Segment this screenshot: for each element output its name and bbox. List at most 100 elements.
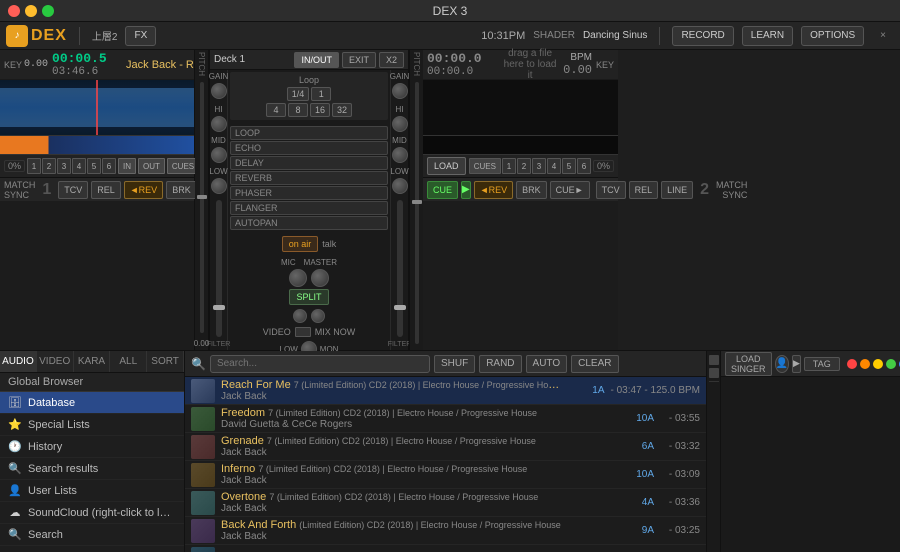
- shuf-btn[interactable]: SHUF: [434, 355, 475, 373]
- vol-handle-r[interactable]: [394, 305, 406, 310]
- mic-knob[interactable]: [289, 269, 307, 287]
- fx-echo[interactable]: ECHO: [230, 141, 388, 155]
- deck2-rel-btn[interactable]: REL: [629, 181, 659, 199]
- tab-video[interactable]: VIDEO: [37, 351, 74, 372]
- fx-reverb[interactable]: REVERB: [230, 171, 388, 185]
- vol-handle-l[interactable]: [213, 305, 225, 310]
- sidebar-item-soundcloud[interactable]: ☁ SoundCloud (right-click to login): [0, 502, 184, 524]
- deck1-out-btn[interactable]: OUT: [138, 158, 165, 174]
- deck2-pitch-handle[interactable]: [412, 200, 422, 204]
- deck1-cue4[interactable]: 4: [72, 158, 86, 174]
- deck2-cue6[interactable]: 6: [577, 158, 591, 174]
- video-toggle[interactable]: [295, 327, 311, 337]
- sidebar-item-special-lists[interactable]: ⭐ Special Lists: [0, 414, 184, 436]
- maximize-button[interactable]: [42, 5, 54, 17]
- fx-phaser[interactable]: PHASER: [230, 186, 388, 200]
- deck2-cue4[interactable]: 4: [547, 158, 561, 174]
- color-dot-green[interactable]: [886, 359, 896, 369]
- deck1-in-btn[interactable]: IN: [118, 158, 136, 174]
- table-row[interactable]: Back And Forth (Limited Edition) CD2 (20…: [185, 517, 706, 545]
- sidebar-item-database[interactable]: 🗄 Database: [0, 392, 184, 414]
- deck2-brk-btn[interactable]: BRK: [516, 181, 547, 199]
- deck1-cue5[interactable]: 5: [87, 158, 101, 174]
- close-app-button[interactable]: ×: [872, 26, 894, 46]
- deck2-rev-btn[interactable]: ◄REV: [474, 181, 513, 199]
- sidebar-item-history[interactable]: 🕐 History: [0, 436, 184, 458]
- in-out-btn[interactable]: IN/OUT: [294, 52, 339, 68]
- loop-1[interactable]: 1: [311, 87, 331, 101]
- deck2-cues-btn[interactable]: CUES: [469, 158, 501, 174]
- table-row[interactable]: Freedom 7 (Limited Edition) CD2 (2018) |…: [185, 405, 706, 433]
- fx-autopan[interactable]: AUTOPAN: [230, 216, 388, 230]
- deck1-rel-btn[interactable]: REL: [91, 181, 121, 199]
- minimize-button[interactable]: [25, 5, 37, 17]
- clear-btn[interactable]: CLEAR: [571, 355, 618, 373]
- tab-audio[interactable]: AUDIO: [0, 351, 37, 372]
- tab-kara[interactable]: KARA: [74, 351, 111, 372]
- table-row[interactable]: Inferno 7 (Limited Edition) CD2 (2018) |…: [185, 461, 706, 489]
- fx-delay[interactable]: DELAY: [230, 156, 388, 170]
- loop-8[interactable]: 8: [288, 103, 308, 117]
- mid-knob-l[interactable]: [211, 147, 227, 163]
- tag-btn[interactable]: TAG: [804, 357, 840, 371]
- loop-16[interactable]: 16: [310, 103, 330, 117]
- color-dot-yellow[interactable]: [873, 359, 883, 369]
- deck2-cue2-btn[interactable]: CUE►: [550, 181, 590, 199]
- loop-1-4[interactable]: 1/4: [287, 87, 310, 101]
- color-dot-red[interactable]: [847, 359, 857, 369]
- tab-sort[interactable]: SORT: [147, 351, 184, 372]
- deck1-cue6[interactable]: 6: [102, 158, 116, 174]
- table-row[interactable]: Overtone 7 (Limited Edition) CD2 (2018) …: [185, 489, 706, 517]
- x2-btn[interactable]: X2: [379, 52, 404, 68]
- sidebar-item-search-results[interactable]: 🔍 Search results: [0, 458, 184, 480]
- window-controls[interactable]: [8, 5, 54, 17]
- deck2-pitch-track[interactable]: [415, 82, 419, 344]
- deck1-tcv-btn[interactable]: TCV: [58, 181, 88, 199]
- gain-knob-l[interactable]: [211, 83, 227, 99]
- fx-button[interactable]: FX: [125, 26, 156, 46]
- panel-btn-1[interactable]: [709, 355, 719, 365]
- split-btn[interactable]: SPLIT: [289, 289, 328, 305]
- deck1-pitch-handle[interactable]: [197, 195, 207, 199]
- tab-all[interactable]: ALL: [110, 351, 147, 372]
- options-button[interactable]: OPTIONS: [801, 26, 864, 46]
- play-icon[interactable]: ▶: [792, 355, 801, 373]
- close-button[interactable]: [8, 5, 20, 17]
- mid-knob-r[interactable]: [392, 147, 408, 163]
- sidebar-item-search[interactable]: 🔍 Search: [0, 524, 184, 546]
- deck2-tcv-btn[interactable]: TCV: [596, 181, 626, 199]
- on-air-btn[interactable]: on air: [282, 236, 319, 252]
- master-knob2[interactable]: [311, 309, 325, 323]
- deck2-cue1[interactable]: 1: [502, 158, 516, 174]
- deck1-pitch-track[interactable]: [200, 82, 204, 333]
- vol-fader-r[interactable]: [397, 200, 403, 337]
- deck1-rev-btn[interactable]: ◄REV: [124, 181, 163, 199]
- color-dot-orange[interactable]: [860, 359, 870, 369]
- deck2-line-btn[interactable]: LINE: [661, 181, 693, 199]
- loop-32[interactable]: 32: [332, 103, 352, 117]
- deck2-cue2[interactable]: 2: [517, 158, 531, 174]
- master-knob[interactable]: [311, 269, 329, 287]
- deck1-brk-btn[interactable]: BRK: [166, 181, 197, 199]
- hi-knob-r[interactable]: [392, 116, 408, 132]
- table-row[interactable]: Reach For Me 7 (Limited Edition) CD2 (20…: [185, 377, 706, 405]
- low-knob-l[interactable]: [211, 178, 227, 194]
- fx-flanger[interactable]: FLANGER: [230, 201, 388, 215]
- low-knob-r[interactable]: [392, 178, 408, 194]
- sidebar-item-playlists[interactable]: ▶ Playlists: [0, 546, 184, 552]
- deck2-cue3[interactable]: 3: [532, 158, 546, 174]
- deck2-play-btn[interactable]: ▶: [461, 181, 471, 199]
- deck1-cue1[interactable]: 1: [27, 158, 41, 174]
- rand-btn[interactable]: RAND: [479, 355, 521, 373]
- panel-btn-2[interactable]: [709, 368, 719, 378]
- table-row[interactable]: Pelican 7 (Limited Edition) CD2 (2018) |…: [185, 545, 706, 552]
- deck2-cue-btn[interactable]: CUE: [427, 181, 458, 199]
- sidebar-item-user-lists[interactable]: 👤 User Lists: [0, 480, 184, 502]
- mic-knob2[interactable]: [293, 309, 307, 323]
- deck1-cue2[interactable]: 2: [42, 158, 56, 174]
- deck2-load-btn[interactable]: LOAD: [427, 157, 466, 175]
- auto-btn[interactable]: AUTO: [526, 355, 568, 373]
- hi-knob-l[interactable]: [211, 116, 227, 132]
- person-icon[interactable]: 👤: [775, 355, 789, 373]
- gain-knob-r[interactable]: [392, 83, 408, 99]
